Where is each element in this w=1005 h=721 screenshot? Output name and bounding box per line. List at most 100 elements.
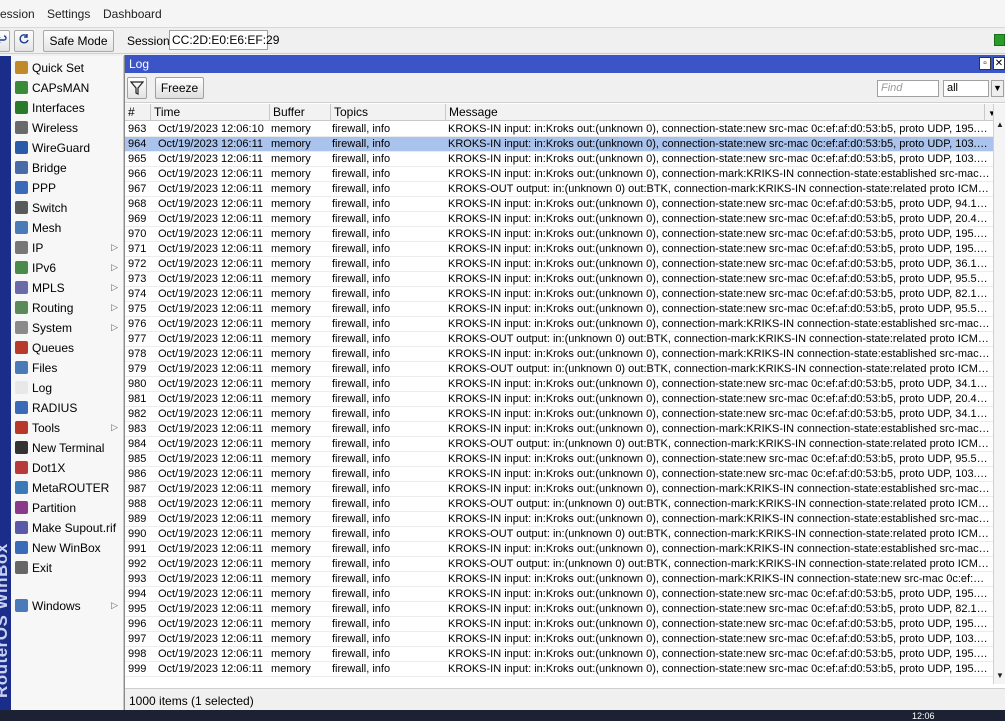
sidebar-item-system[interactable]: System ▷ xyxy=(11,318,124,338)
maximize-button[interactable]: ▫ xyxy=(979,57,991,70)
table-row[interactable]: 990 Oct/19/2023 12:06:11 memory firewall, i… xyxy=(125,527,993,542)
sidebar-item-files[interactable]: Files xyxy=(11,358,124,378)
table-row[interactable]: 968 Oct/19/2023 12:06:11 memory firewall, i… xyxy=(125,197,993,212)
filter-dropdown-button[interactable]: ▼ xyxy=(991,80,1004,97)
table-row[interactable]: 979 Oct/19/2023 12:06:11 memory firewall, i… xyxy=(125,362,993,377)
table-row[interactable]: 986 Oct/19/2023 12:06:11 memory firewall, i… xyxy=(125,467,993,482)
table-row[interactable]: 964 Oct/19/2023 12:06:11 memory firewall, i… xyxy=(125,137,993,152)
row-time: Oct/19/2023 12:06:11 xyxy=(158,423,263,435)
col-header-buffer[interactable]: Buffer xyxy=(270,104,331,121)
vertical-scrollbar[interactable]: ▲ ▼ xyxy=(993,104,1005,684)
table-row[interactable]: 999 Oct/19/2023 12:06:11 memory firewall, i… xyxy=(125,662,993,677)
sidebar-item-quick-set[interactable]: Quick Set xyxy=(11,58,124,78)
table-row[interactable]: 975 Oct/19/2023 12:06:11 memory firewall, i… xyxy=(125,302,993,317)
table-row[interactable]: 980 Oct/19/2023 12:06:11 memory firewall, i… xyxy=(125,377,993,392)
menu-session[interactable]: ession xyxy=(0,7,35,21)
sidebar-item-wireless[interactable]: Wireless xyxy=(11,118,124,138)
sidebar-item-routing[interactable]: Routing ▷ xyxy=(11,298,124,318)
safe-mode-button[interactable]: Safe Mode xyxy=(43,30,114,52)
scroll-down-button[interactable]: ▼ xyxy=(994,669,1005,682)
table-row[interactable]: 966 Oct/19/2023 12:06:11 memory firewall, i… xyxy=(125,167,993,182)
table-row[interactable]: 969 Oct/19/2023 12:06:11 memory firewall, i… xyxy=(125,212,993,227)
undo-button[interactable] xyxy=(0,30,10,52)
close-button[interactable]: ✕ xyxy=(993,57,1005,70)
table-row[interactable]: 996 Oct/19/2023 12:06:11 memory firewall, i… xyxy=(125,617,993,632)
table-row[interactable]: 984 Oct/19/2023 12:06:11 memory firewall, i… xyxy=(125,437,993,452)
table-row[interactable]: 978 Oct/19/2023 12:06:11 memory firewall, i… xyxy=(125,347,993,362)
table-row[interactable]: 976 Oct/19/2023 12:06:11 memory firewall, i… xyxy=(125,317,993,332)
table-row[interactable]: 971 Oct/19/2023 12:06:11 memory firewall, i… xyxy=(125,242,993,257)
row-topics: firewall, info xyxy=(332,633,391,645)
row-time: Oct/19/2023 12:06:11 xyxy=(158,378,263,390)
table-row[interactable]: 982 Oct/19/2023 12:06:11 memory firewall, i… xyxy=(125,407,993,422)
table-row[interactable]: 988 Oct/19/2023 12:06:11 memory firewall, i… xyxy=(125,497,993,512)
col-header-topics[interactable]: Topics xyxy=(331,104,446,121)
table-row[interactable]: 991 Oct/19/2023 12:06:11 memory firewall, i… xyxy=(125,542,993,557)
sidebar-item-capsman[interactable]: CAPsMAN xyxy=(11,78,124,98)
table-row[interactable]: 981 Oct/19/2023 12:06:11 memory firewall, i… xyxy=(125,392,993,407)
table-row[interactable]: 974 Oct/19/2023 12:06:11 memory firewall, i… xyxy=(125,287,993,302)
table-row[interactable]: 983 Oct/19/2023 12:06:11 memory firewall, i… xyxy=(125,422,993,437)
table-row[interactable]: 989 Oct/19/2023 12:06:11 memory firewall, i… xyxy=(125,512,993,527)
menu-bar: ession Settings Dashboard xyxy=(0,0,1005,28)
table-row[interactable]: 993 Oct/19/2023 12:06:11 memory firewall, i… xyxy=(125,572,993,587)
sidebar-item-metarouter[interactable]: MetaROUTER xyxy=(11,478,124,498)
sidebar-item-queues[interactable]: Queues xyxy=(11,338,124,358)
log-titlebar[interactable]: Log ▫ ✕ xyxy=(125,55,1005,73)
scroll-up-button[interactable]: ▲ xyxy=(994,118,1005,131)
table-row[interactable]: 972 Oct/19/2023 12:06:11 memory firewall, i… xyxy=(125,257,993,272)
sidebar-item-mesh[interactable]: Mesh xyxy=(11,218,124,238)
sidebar-item-ppp[interactable]: PPP xyxy=(11,178,124,198)
sidebar-item-dot1x[interactable]: Dot1X xyxy=(11,458,124,478)
sidebar-item-switch[interactable]: Switch xyxy=(11,198,124,218)
find-input[interactable]: Find xyxy=(877,80,939,97)
sidebar-item-tools[interactable]: Tools ▷ xyxy=(11,418,124,438)
sidebar-item-radius[interactable]: RADIUS xyxy=(11,398,124,418)
col-header-message[interactable]: Message xyxy=(446,104,985,121)
table-row[interactable]: 985 Oct/19/2023 12:06:11 memory firewall, i… xyxy=(125,452,993,467)
sidebar-item-new-terminal[interactable]: New Terminal xyxy=(11,438,124,458)
sidebar-item-label: Windows xyxy=(32,599,81,613)
sidebar-item-ip[interactable]: IP ▷ xyxy=(11,238,124,258)
table-row[interactable]: 995 Oct/19/2023 12:06:11 memory firewall, i… xyxy=(125,602,993,617)
col-header-time[interactable]: Time xyxy=(151,104,270,121)
table-row[interactable]: 973 Oct/19/2023 12:06:11 memory firewall, i… xyxy=(125,272,993,287)
sidebar-item-log[interactable]: Log xyxy=(11,378,124,398)
sidebar-item-exit[interactable]: Exit xyxy=(11,558,124,578)
sidebar-item-label: System xyxy=(32,321,73,335)
sidebar-item-bridge[interactable]: Bridge xyxy=(11,158,124,178)
sidebar-item-windows[interactable]: Windows ▷ xyxy=(11,596,124,616)
log-title: Log xyxy=(129,57,150,71)
redo-button[interactable] xyxy=(14,30,34,52)
filter-button[interactable] xyxy=(127,77,147,99)
row-topics: firewall, info xyxy=(332,258,391,270)
table-row[interactable]: 967 Oct/19/2023 12:06:11 memory firewall, i… xyxy=(125,182,993,197)
table-row[interactable]: 970 Oct/19/2023 12:06:11 memory firewall, i… xyxy=(125,227,993,242)
menu-settings[interactable]: Settings xyxy=(47,7,90,21)
table-row[interactable]: 987 Oct/19/2023 12:06:11 memory firewall, i… xyxy=(125,482,993,497)
table-row[interactable]: 963 Oct/19/2023 12:06:10 memory firewall, i… xyxy=(125,122,993,137)
sidebar-item-make-supout-rif[interactable]: Make Supout.rif xyxy=(11,518,124,538)
freeze-button[interactable]: Freeze xyxy=(155,77,204,99)
sidebar-item-new-winbox[interactable]: New WinBox xyxy=(11,538,124,558)
table-row[interactable]: 997 Oct/19/2023 12:06:11 memory firewall, i… xyxy=(125,632,993,647)
table-row[interactable]: 977 Oct/19/2023 12:06:11 memory firewall, i… xyxy=(125,332,993,347)
row-time: Oct/19/2023 12:06:11 xyxy=(158,438,263,450)
sidebar-item-mpls[interactable]: MPLS ▷ xyxy=(11,278,124,298)
col-header-dropdown[interactable]: ▼ xyxy=(985,104,993,121)
row-message: KROKS-IN input: in:Kroks out:(unknown 0)… xyxy=(448,513,990,525)
row-message: KROKS-IN input: in:Kroks out:(unknown 0)… xyxy=(448,588,990,600)
table-row[interactable]: 992 Oct/19/2023 12:06:11 memory firewall, i… xyxy=(125,557,993,572)
sidebar-item-wireguard[interactable]: WireGuard xyxy=(11,138,124,158)
row-buffer: memory xyxy=(271,123,311,135)
filter-select[interactable]: all xyxy=(943,80,989,97)
row-time: Oct/19/2023 12:06:11 xyxy=(158,453,263,465)
col-header-number[interactable]: # xyxy=(125,104,151,121)
menu-dashboard[interactable]: Dashboard xyxy=(103,7,162,21)
sidebar-item-partition[interactable]: Partition xyxy=(11,498,124,518)
sidebar-item-interfaces[interactable]: Interfaces xyxy=(11,98,124,118)
sidebar-item-ipv6[interactable]: IPv6 ▷ xyxy=(11,258,124,278)
table-row[interactable]: 998 Oct/19/2023 12:06:11 memory firewall, i… xyxy=(125,647,993,662)
table-row[interactable]: 994 Oct/19/2023 12:06:11 memory firewall, i… xyxy=(125,587,993,602)
table-row[interactable]: 965 Oct/19/2023 12:06:11 memory firewall, i… xyxy=(125,152,993,167)
